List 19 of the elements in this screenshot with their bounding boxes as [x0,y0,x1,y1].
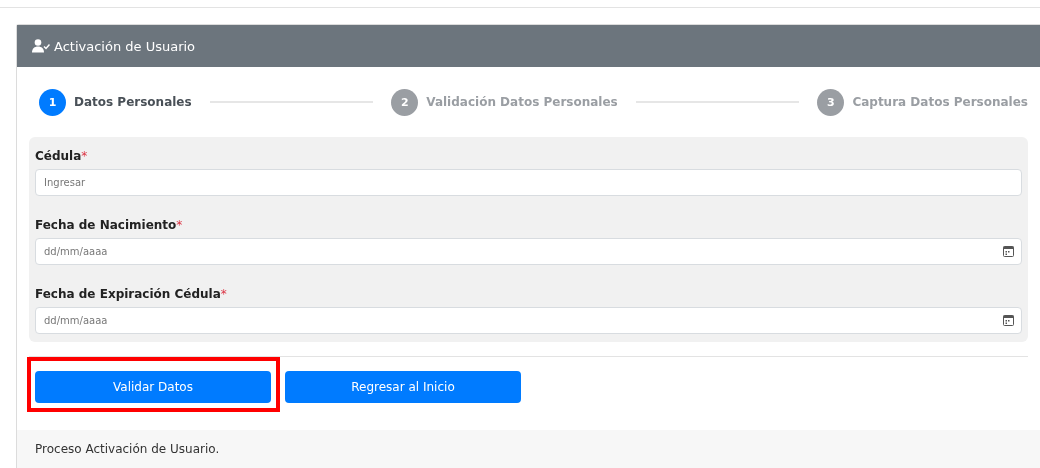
step-number: 3 [817,88,845,116]
input-field[interactable]: Ingresar [35,169,1022,196]
footer-text: Proceso Activación de Usuario. [35,442,220,456]
date-field[interactable]: dd/mm/aaaa [35,307,1022,334]
field-label: Fecha de Nacimiento* [35,217,184,234]
action-button[interactable]: Validar Datos [35,371,271,403]
step-label: Captura Datos Personales [852,95,1028,109]
date-field[interactable]: dd/mm/aaaa [35,238,1022,265]
step-number: 1 [39,88,66,116]
user-check-icon [32,39,50,53]
step-number: 2 [391,88,419,116]
action-button[interactable]: Regresar al Inicio [285,371,521,403]
step-label: Validación Datos Personales [426,95,618,109]
calendar-icon[interactable] [1003,315,1014,326]
calendar-icon[interactable] [1003,246,1014,257]
step-label: Datos Personales [74,95,192,109]
field-label: Cédula* [35,148,89,165]
field-label: Fecha de Expiración Cédula* [35,286,228,303]
card-title: Activación de Usuario [54,38,196,54]
